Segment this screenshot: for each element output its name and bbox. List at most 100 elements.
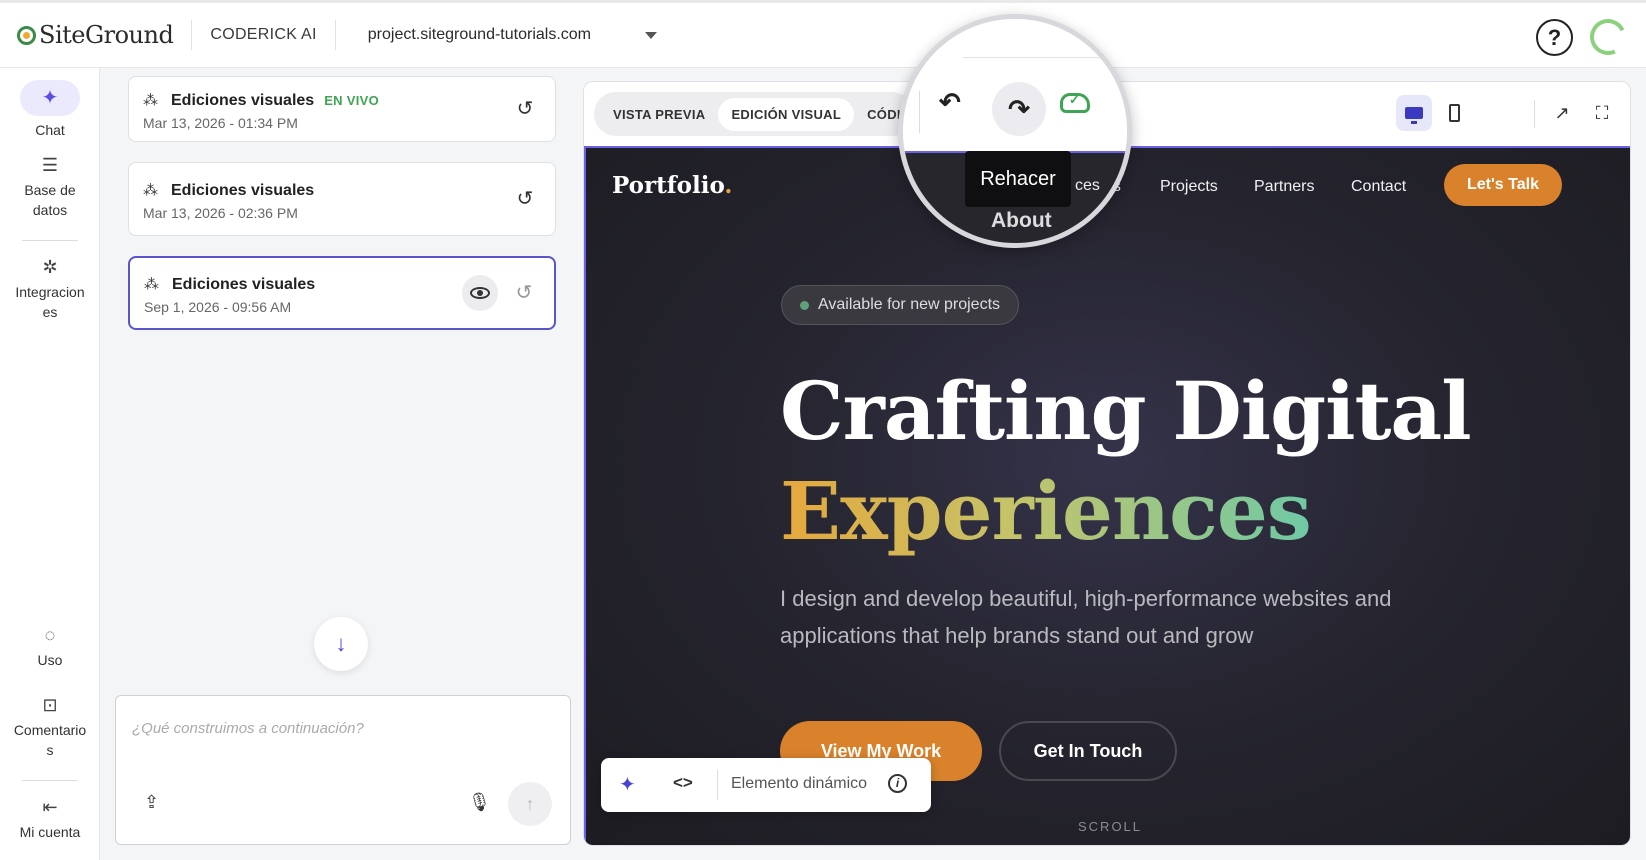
chat-input[interactable]: ¿Qué construimos a continuación?	[132, 720, 364, 737]
siteground-status-icon[interactable]	[1584, 13, 1632, 61]
site-nav-partners[interactable]: Partners	[1254, 178, 1314, 196]
site-nav-contact[interactable]: Contact	[1351, 178, 1406, 196]
hero-heading-line-1[interactable]: Crafting Digital	[780, 364, 1472, 458]
preview-version-button[interactable]	[462, 275, 498, 311]
tab-preview[interactable]: VISTA PREVIA	[600, 98, 718, 131]
open-external-button[interactable]: ↗	[1544, 95, 1580, 131]
nav-item-usage[interactable]: ◌ Uso	[0, 624, 100, 670]
history-card[interactable]: ⁂ Ediciones visuales Mar 13, 2026 - 02:3…	[128, 162, 556, 236]
site-logo[interactable]: Portfolio.	[612, 172, 732, 199]
siteground-logo-icon	[17, 25, 36, 45]
desktop-view-button[interactable]	[1396, 95, 1432, 131]
card-title: Ediciones visuales EN VIVO	[171, 92, 379, 110]
card-date: Sep 1, 2026 - 09:56 AM	[144, 299, 292, 315]
nav-item-chat[interactable]: ✦ Chat	[0, 80, 100, 140]
left-nav: ✦ Chat ☰ Base de datos ✲ Integracion es …	[0, 68, 100, 860]
site-nav-services-magnified: ces	[1075, 177, 1100, 194]
code-icon[interactable]: <>	[673, 773, 693, 793]
fullscreen-button[interactable]: ⛶	[1584, 95, 1620, 131]
undo-icon[interactable]: ↶	[939, 87, 961, 118]
history-card[interactable]: ⁂ Ediciones visuales EN VIVO Mar 13, 2026…	[128, 76, 556, 142]
magic-wand-icon: ⁂	[143, 92, 158, 109]
comment-icon: ⊡	[42, 695, 58, 715]
mode-tabs: VISTA PREVIA EDICIÓN VISUAL CÓDIGO	[594, 92, 914, 136]
divider	[22, 240, 78, 241]
database-icon: ☰	[41, 155, 59, 175]
card-date: Mar 13, 2026 - 02:36 PM	[143, 205, 298, 221]
nav-label: Comentario	[13, 722, 87, 738]
redo-button[interactable]: ↷	[992, 82, 1046, 136]
mobile-icon	[1448, 104, 1460, 122]
upload-icon[interactable]: ⇪	[144, 792, 159, 813]
send-button[interactable]: ↑	[508, 782, 552, 826]
site-nav-projects[interactable]: Projects	[1160, 178, 1218, 196]
nav-item-database[interactable]: ☰ Base de datos	[0, 154, 100, 220]
restore-icon[interactable]: ↺	[512, 281, 536, 305]
divider	[717, 770, 718, 800]
eye-icon	[470, 287, 490, 299]
logo-text: SiteGround	[39, 21, 174, 49]
availability-badge: Available for new projects	[781, 285, 1020, 325]
cloud-saved-icon[interactable]	[1060, 92, 1090, 113]
nav-item-account[interactable]: ⇤ Mi cuenta	[0, 796, 100, 842]
nav-label: Chat	[35, 122, 65, 138]
divider	[919, 91, 920, 133]
nav-item-feedback[interactable]: ⊡ Comentario s	[0, 694, 100, 760]
magnifier-callout: ↶ ↷ ces About Rehacer	[898, 14, 1132, 248]
divider	[1534, 100, 1535, 128]
nav-label: Base de	[24, 182, 76, 198]
tab-visual-edit[interactable]: EDICIÓN VISUAL	[718, 97, 855, 131]
magic-wand-icon: ⁂	[144, 276, 159, 293]
get-in-touch-button[interactable]: Get In Touch	[999, 721, 1177, 781]
fullscreen-icon: ⛶	[1595, 102, 1609, 123]
site-logo-dot: .	[724, 172, 733, 199]
hero-subtitle[interactable]: I design and develop beautiful, high-per…	[780, 580, 1420, 654]
project-selector[interactable]: project.siteground-tutorials.com	[368, 26, 591, 44]
nav-chat-highlight: ✦	[20, 80, 80, 116]
chevron-down-icon[interactable]	[645, 31, 657, 39]
divider	[22, 780, 78, 781]
product-name: CODERICK AI	[210, 26, 317, 43]
element-type-label: Elemento dinámico	[731, 775, 868, 792]
live-badge: EN VIVO	[324, 93, 380, 108]
card-title: Ediciones visuales	[172, 276, 316, 293]
arrow-up-icon: ↑	[525, 793, 535, 814]
sparkle-icon: ✦	[41, 87, 59, 109]
integrations-icon: ✲	[42, 257, 58, 277]
divider	[334, 20, 336, 50]
account-icon: ⇤	[42, 797, 58, 817]
divider	[963, 57, 1127, 58]
chat-composer[interactable]: ¿Qué construimos a continuación? ⇪ 🎙 ↑	[115, 695, 571, 845]
usage-icon: ◌	[44, 625, 56, 645]
desktop-icon	[1405, 107, 1423, 124]
top-bar: SiteGround CODERICK AI project.sitegroun…	[0, 0, 1646, 68]
info-icon[interactable]: i	[888, 774, 907, 793]
hero-heading-line-2[interactable]: Experiences	[780, 464, 1312, 558]
history-card-selected[interactable]: ⁂ Ediciones visuales Sep 1, 2026 - 09:56…	[128, 256, 556, 330]
site-nav-about[interactable]: About	[991, 209, 1052, 233]
external-link-icon: ↗	[1554, 102, 1570, 123]
card-title: Ediciones visuales	[171, 182, 315, 199]
lets-talk-button[interactable]: Let's Talk	[1444, 164, 1562, 206]
mobile-view-button[interactable]	[1436, 95, 1472, 131]
nav-item-integrations[interactable]: ✲ Integracion es	[0, 256, 100, 322]
nav-label: Mi cuenta	[19, 824, 81, 840]
restore-icon[interactable]: ↺	[513, 187, 537, 211]
scroll-down-button[interactable]: ↓	[314, 617, 368, 671]
element-toolbar: ✦ <> Elemento dinámico i	[601, 758, 931, 812]
arrow-down-icon: ↓	[335, 631, 347, 656]
ai-edit-icon[interactable]: ✦	[619, 772, 636, 797]
card-date: Mar 13, 2026 - 01:34 PM	[143, 115, 298, 131]
scroll-indicator: SCROLL	[1078, 819, 1143, 834]
redo-icon: ↷	[1008, 93, 1030, 124]
nav-label: s	[46, 742, 54, 758]
divider	[191, 20, 193, 50]
help-button[interactable]: ?	[1536, 19, 1573, 56]
siteground-logo[interactable]: SiteGround	[17, 15, 174, 55]
nav-label: Integracion	[15, 284, 85, 300]
nav-label: es	[42, 304, 58, 320]
website-preview: Portfolio. ces Projects Partners Contact…	[584, 148, 1630, 845]
restore-icon[interactable]: ↺	[513, 97, 537, 121]
microphone-icon[interactable]: 🎙	[468, 792, 491, 813]
nav-label: datos	[32, 202, 68, 218]
